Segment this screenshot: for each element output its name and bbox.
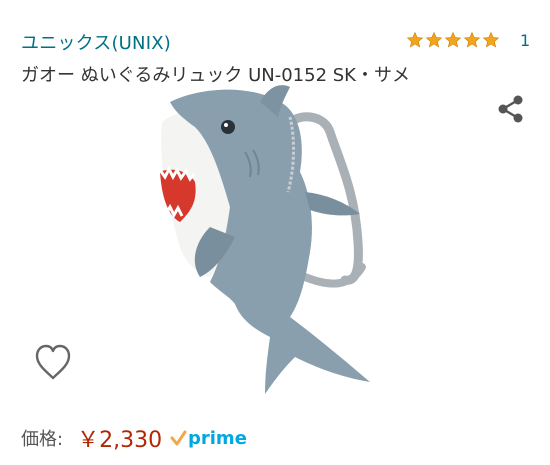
- star-icon: [425, 31, 443, 48]
- prime-label: prime: [188, 428, 247, 449]
- brand-link[interactable]: ユニックス(UNIX): [21, 29, 171, 55]
- price-value: ￥2,330: [77, 428, 163, 453]
- rating-count[interactable]: 1: [520, 31, 530, 50]
- shark-eye: [221, 120, 235, 134]
- product-image[interactable]: [140, 82, 410, 394]
- price-row: 価格: ￥2,330 prime: [21, 422, 248, 454]
- star-icon: [463, 31, 481, 48]
- price-label: 価格:: [21, 429, 64, 450]
- rating[interactable]: 1: [406, 29, 530, 51]
- wishlist-heart-icon[interactable]: [33, 343, 73, 381]
- share-icon[interactable]: [494, 92, 528, 126]
- star-icon: [444, 31, 462, 48]
- star-icon: [482, 31, 500, 48]
- prime-check-icon: [170, 430, 187, 446]
- star-icon: [406, 31, 424, 48]
- star-rating: [406, 31, 500, 49]
- prime-badge: prime: [170, 428, 247, 449]
